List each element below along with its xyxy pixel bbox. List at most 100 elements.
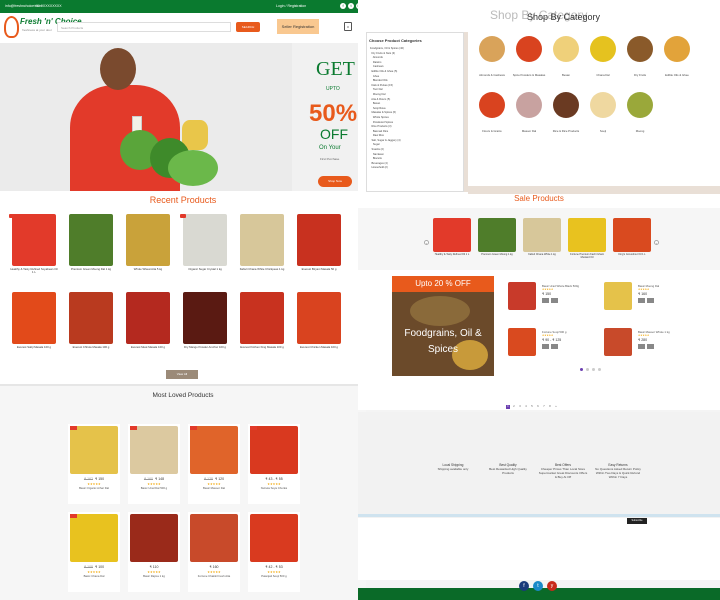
product-name[interactable]: Basic Masoor Dal [188, 486, 240, 490]
add-to-cart-icon[interactable] [542, 344, 549, 349]
product-name[interactable]: Everest Kitchen King Masala 100 g [238, 345, 286, 349]
product-image[interactable] [126, 292, 170, 344]
product-image[interactable] [12, 214, 56, 266]
category-tree[interactable]: Foodgrains, Oil & Spices (40) Dry Fruits… [370, 47, 404, 171]
product-image[interactable] [70, 426, 118, 474]
product-name[interactable]: Healthy & Tasty Refined Soyabean Oil 1 L [10, 267, 58, 275]
product-image[interactable] [69, 292, 113, 344]
product-image[interactable] [12, 292, 56, 344]
product-name[interactable]: Kabuli Chana White Chickpeas 1 kg [238, 267, 286, 271]
product-card[interactable]: Everest Chicken Masala 100 g [295, 292, 343, 362]
product-name[interactable]: Organic Sugar Crystal 1 kg [181, 267, 229, 271]
add-to-cart-icon[interactable] [638, 298, 645, 303]
page-current[interactable]: 1 [506, 405, 510, 409]
product-image[interactable] [604, 282, 632, 310]
wishlist-icon[interactable] [551, 298, 558, 303]
sale-list-item[interactable]: Basic Moong Dal ★★★★★ ₹ 160 [604, 282, 720, 314]
product-name[interactable]: Basic Chana Dal [68, 574, 120, 578]
loved-product-card[interactable]: ₹ 160 ★★★★★ Fortune Chakki Fresh Atta [188, 512, 240, 592]
category-image[interactable] [664, 36, 690, 62]
product-name[interactable]: King's Groundnut Oil 1 L [612, 253, 652, 256]
facebook-icon[interactable]: f [340, 3, 346, 9]
product-card[interactable]: Everest Biryani Masala 50 g [295, 214, 343, 284]
product-image[interactable] [183, 214, 227, 266]
loved-product-card[interactable]: ₹ 162 ₹ 150 ★★★★★ Basic Organic Arhar Dal [68, 424, 120, 504]
product-name[interactable]: Everest Meat Masala 100 g [124, 345, 172, 349]
product-image[interactable] [240, 292, 284, 344]
product-image[interactable] [190, 426, 238, 474]
youtube-icon[interactable]: y [547, 581, 557, 591]
product-name[interactable]: Basic Organic Arhar Dal [68, 486, 120, 490]
add-to-cart-icon[interactable] [542, 298, 549, 303]
product-image[interactable] [508, 282, 536, 310]
product-image[interactable] [250, 514, 298, 562]
page-link[interactable]: 4 [524, 405, 528, 409]
sale-product-card[interactable]: Healthy & Tasty Refined Oil 1 L [432, 218, 472, 268]
cart-icon[interactable]: 0 [344, 22, 352, 31]
product-name[interactable]: Basic Urad Dal 500 g [128, 486, 180, 490]
product-name[interactable]: Nutrela Soya Chunks [248, 486, 300, 490]
product-name[interactable]: Everest Chhole Masala 100 g [67, 345, 115, 349]
loved-product-card[interactable]: ₹ 42 - ₹ 53 ★★★★★ Patanjali Sooji 500 g [248, 512, 300, 592]
product-image[interactable] [183, 292, 227, 344]
product-image[interactable] [297, 292, 341, 344]
carousel-prev-icon[interactable]: ‹ [424, 240, 429, 245]
category-label[interactable]: Almonds & Cashews [475, 73, 509, 77]
category-label[interactable]: Rice & Rice Products [549, 129, 583, 133]
category-label[interactable]: Spice Powders & Masalas [512, 73, 546, 77]
page-link[interactable]: » [554, 405, 558, 409]
product-image[interactable] [126, 214, 170, 266]
category-label[interactable]: Besan [549, 73, 583, 77]
slider-dot[interactable] [592, 368, 595, 371]
sale-list-item[interactable]: Basic Masoor Whole 1 kg ★★★★★ ₹ 280 [604, 328, 720, 360]
twitter-icon[interactable]: t [533, 581, 543, 591]
subscribe-button[interactable]: Subscribe [627, 518, 647, 524]
product-card[interactable]: Kabuli Chana White Chickpeas 1 kg [238, 214, 286, 284]
wishlist-icon[interactable] [551, 344, 558, 349]
category-image[interactable] [590, 36, 616, 62]
loved-product-card[interactable]: ₹ 160 ₹ 148 ★★★★★ Basic Urad Dal 500 g [128, 424, 180, 504]
category-label[interactable]: Dry Fruits [623, 73, 657, 77]
category-label[interactable]: Flours & Grains [475, 129, 509, 133]
product-card[interactable]: Everest Kitchen King Masala 100 g [238, 292, 286, 362]
product-name[interactable]: Everest Chicken Masala 100 g [295, 345, 343, 349]
page-link[interactable]: 8 [548, 405, 552, 409]
loved-product-card[interactable]: ₹ 110 ★★★★★ Basic Rajma 1 kg [128, 512, 180, 592]
category-image[interactable] [479, 92, 505, 118]
slider-dot[interactable] [598, 368, 601, 371]
product-name[interactable]: Dry Mango Powder Amchur 100 g [181, 345, 229, 349]
category-image[interactable] [627, 92, 653, 118]
product-image[interactable] [523, 218, 561, 252]
product-name[interactable]: Premium Green Moong 1 kg [477, 253, 517, 256]
product-image[interactable] [568, 218, 606, 252]
search-button[interactable]: SEARCH [236, 22, 260, 32]
product-name[interactable]: Fortune Premium Kachi Ghani Mustard Oil [567, 253, 607, 259]
logo-icon[interactable] [4, 16, 19, 38]
product-card[interactable]: Organic Sugar Crystal 1 kg [180, 214, 229, 284]
product-card[interactable]: Dry Mango Powder Amchur 100 g [181, 292, 229, 362]
login-link[interactable]: Login / Registration [276, 4, 306, 8]
shop-now-button[interactable]: Shop Now [318, 176, 352, 187]
product-name[interactable]: Whole Wheat Atta 5 kg [124, 267, 172, 271]
product-card[interactable]: Healthy & Tasty Refined Soyabean Oil 1 L [9, 214, 58, 284]
page-link[interactable]: 3 [518, 405, 522, 409]
sale-product-card[interactable]: King's Groundnut Oil 1 L [612, 218, 652, 268]
product-image[interactable] [70, 514, 118, 562]
product-image[interactable] [508, 328, 536, 356]
product-name[interactable]: Healthy & Tasty Refined Oil 1 L [432, 253, 472, 256]
wishlist-icon[interactable] [647, 298, 654, 303]
product-name[interactable]: Fortune Chakki Fresh Atta [188, 574, 240, 578]
twitter-icon[interactable]: t [348, 3, 354, 9]
add-to-cart-icon[interactable] [638, 344, 645, 349]
view-all-button[interactable]: View All [166, 370, 198, 379]
page-link[interactable]: 5 [530, 405, 534, 409]
sale-product-card[interactable]: Fortune Premium Kachi Ghani Mustard Oil [567, 218, 607, 268]
product-image[interactable] [130, 514, 178, 562]
category-label[interactable]: Chana Dal [586, 73, 620, 77]
product-image[interactable] [613, 218, 651, 252]
category-label[interactable]: Moong [623, 129, 657, 133]
product-card[interactable]: Premium Green Moong Dal 1 kg [67, 214, 115, 284]
category-image[interactable] [590, 92, 616, 118]
product-card[interactable]: Whole Wheat Atta 5 kg [124, 214, 172, 284]
page-link[interactable]: 6 [536, 405, 540, 409]
